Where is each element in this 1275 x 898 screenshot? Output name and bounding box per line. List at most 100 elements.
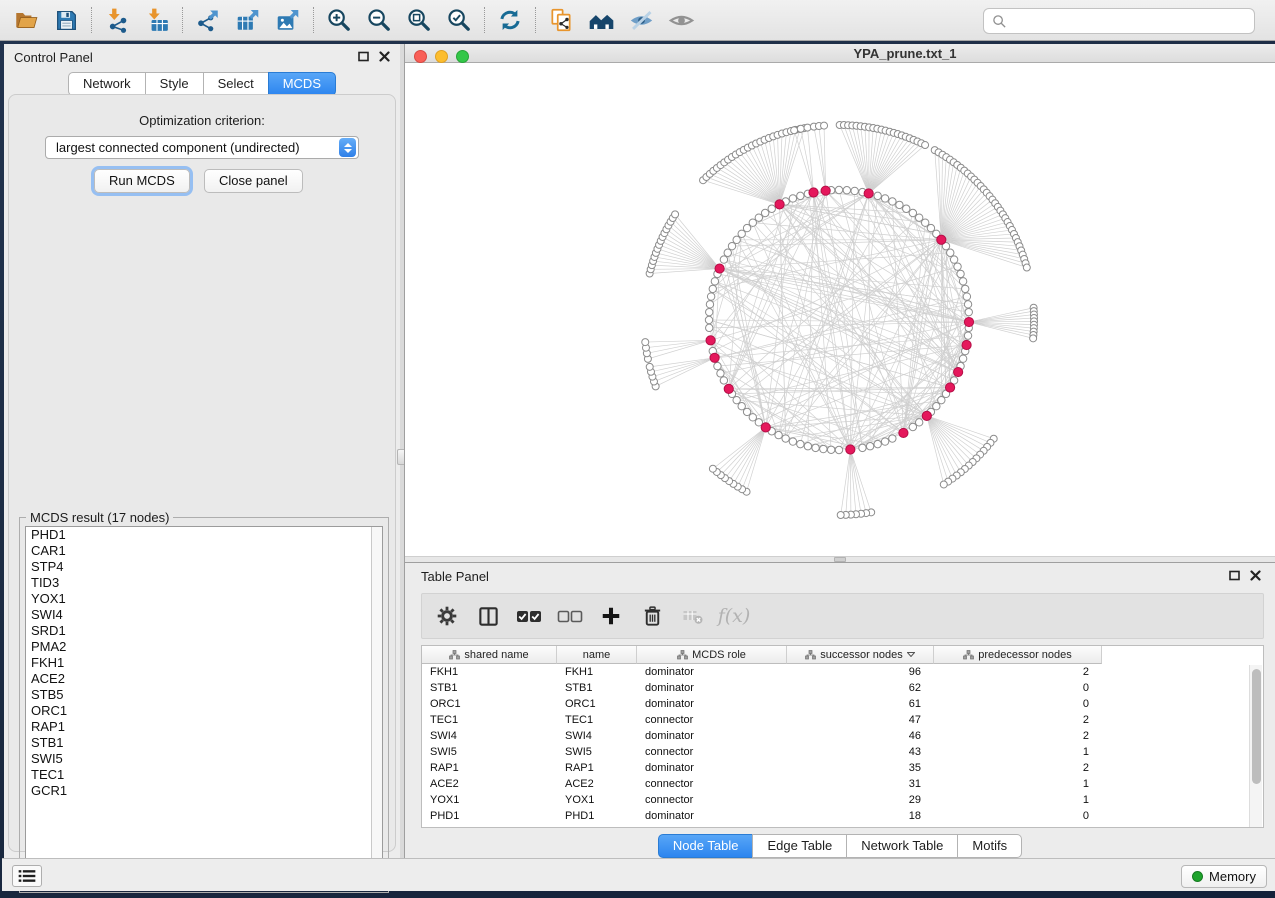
mcds-result-item[interactable]: TID3 — [26, 575, 382, 591]
table-cell[interactable]: 2 — [934, 712, 1102, 728]
table-cell[interactable]: TEC1 — [557, 712, 637, 728]
export-network-button[interactable] — [188, 3, 228, 37]
table-cell[interactable]: PHD1 — [422, 808, 557, 824]
table-cell[interactable]: connector — [637, 776, 787, 792]
table-cell[interactable]: RAP1 — [557, 760, 637, 776]
select-all-button[interactable] — [516, 603, 542, 629]
refresh-layout-button[interactable] — [490, 3, 530, 37]
import-network-button[interactable] — [97, 3, 137, 37]
close-panel-icon[interactable] — [1250, 570, 1261, 581]
table-cell[interactable]: dominator — [637, 680, 787, 696]
column-header-name[interactable]: name — [557, 646, 637, 664]
table-cell[interactable]: 29 — [787, 792, 934, 808]
export-table-button[interactable] — [228, 3, 268, 37]
table-cell[interactable]: 46 — [787, 728, 934, 744]
mcds-list-scrollbar[interactable] — [371, 527, 382, 886]
table-row[interactable]: SWI4SWI4dominator462 — [422, 728, 1263, 744]
zoom-out-button[interactable] — [359, 3, 399, 37]
table-cell[interactable]: SWI4 — [422, 728, 557, 744]
zoom-fit-button[interactable] — [399, 3, 439, 37]
table-cell[interactable]: 0 — [934, 808, 1102, 824]
table-tab-node-table[interactable]: Node Table — [658, 834, 754, 858]
mcds-result-item[interactable]: YOX1 — [26, 591, 382, 607]
column-header-shared-name[interactable]: shared name — [422, 646, 557, 664]
table-cell[interactable]: RAP1 — [422, 760, 557, 776]
mcds-result-item[interactable]: CAR1 — [26, 543, 382, 559]
table-cell[interactable]: SWI4 — [557, 728, 637, 744]
mcds-result-item[interactable]: STB5 — [26, 687, 382, 703]
column-header-predecessor-nodes[interactable]: predecessor nodes — [934, 646, 1102, 664]
table-cell[interactable]: connector — [637, 744, 787, 760]
table-cell[interactable]: 2 — [934, 664, 1102, 680]
mcds-result-item[interactable]: STB1 — [26, 735, 382, 751]
table-cell[interactable]: YOX1 — [557, 792, 637, 808]
table-cell[interactable]: 1 — [934, 744, 1102, 760]
table-cell[interactable]: FKH1 — [422, 664, 557, 680]
mcds-result-item[interactable]: PMA2 — [26, 639, 382, 655]
delete-column-button[interactable] — [639, 603, 665, 629]
deselect-all-button[interactable] — [557, 603, 583, 629]
table-row[interactable]: FKH1FKH1dominator962 — [422, 664, 1263, 680]
table-cell[interactable]: 2 — [934, 760, 1102, 776]
table-scrollbar[interactable] — [1249, 665, 1262, 827]
mcds-result-item[interactable]: SRD1 — [26, 623, 382, 639]
table-cell[interactable]: dominator — [637, 664, 787, 680]
network-canvas[interactable] — [405, 63, 1275, 556]
table-tab-edge-table[interactable]: Edge Table — [752, 834, 847, 858]
table-cell[interactable]: dominator — [637, 808, 787, 824]
tab-select[interactable]: Select — [203, 72, 269, 96]
mcds-result-item[interactable]: RAP1 — [26, 719, 382, 735]
mcds-result-item[interactable]: SWI5 — [26, 751, 382, 767]
table-cell[interactable]: ACE2 — [422, 776, 557, 792]
table-row[interactable]: ACE2ACE2connector311 — [422, 776, 1263, 792]
table-cell[interactable]: 0 — [934, 696, 1102, 712]
table-cell[interactable]: YOX1 — [422, 792, 557, 808]
table-cell[interactable]: dominator — [637, 760, 787, 776]
table-cell[interactable]: PHD1 — [557, 808, 637, 824]
hide-selected-button[interactable] — [621, 3, 661, 37]
table-row[interactable]: TEC1TEC1connector472 — [422, 712, 1263, 728]
table-cell[interactable]: 31 — [787, 776, 934, 792]
node-table[interactable]: shared namenameMCDS rolesuccessor nodesp… — [421, 645, 1264, 828]
memory-button[interactable]: Memory — [1181, 865, 1267, 888]
save-session-button[interactable] — [46, 3, 86, 37]
mcds-result-item[interactable]: FKH1 — [26, 655, 382, 671]
table-cell[interactable]: SWI5 — [422, 744, 557, 760]
table-row[interactable]: PHD1PHD1dominator180 — [422, 808, 1263, 824]
mcds-result-list[interactable]: PHD1CAR1STP4TID3YOX1SWI4SRD1PMA2FKH1ACE2… — [25, 526, 383, 887]
float-panel-icon[interactable] — [1229, 570, 1240, 581]
table-cell[interactable]: 18 — [787, 808, 934, 824]
table-cell[interactable]: ACE2 — [557, 776, 637, 792]
tab-style[interactable]: Style — [145, 72, 204, 96]
table-row[interactable]: RAP1RAP1dominator352 — [422, 760, 1263, 776]
table-settings-button[interactable] — [434, 603, 460, 629]
table-cell[interactable]: dominator — [637, 696, 787, 712]
import-table-button[interactable] — [137, 3, 177, 37]
column-header-successor-nodes[interactable]: successor nodes — [787, 646, 934, 664]
table-cell[interactable]: 1 — [934, 792, 1102, 808]
table-cell[interactable]: 96 — [787, 664, 934, 680]
tab-network[interactable]: Network — [68, 72, 146, 96]
table-tab-motifs[interactable]: Motifs — [957, 834, 1022, 858]
home-views-button[interactable] — [581, 3, 621, 37]
table-cell[interactable]: 61 — [787, 696, 934, 712]
table-row[interactable]: ORC1ORC1dominator610 — [422, 696, 1263, 712]
mcds-result-item[interactable]: GCR1 — [26, 783, 382, 799]
table-cell[interactable]: SWI5 — [557, 744, 637, 760]
table-cell[interactable]: 0 — [934, 680, 1102, 696]
network-window-titlebar[interactable]: YPA_prune.txt_1 — [405, 44, 1275, 63]
table-cell[interactable]: 2 — [934, 728, 1102, 744]
column-header-mcds-role[interactable]: MCDS role — [637, 646, 787, 664]
table-cell[interactable]: FKH1 — [557, 664, 637, 680]
panel-list-button[interactable] — [12, 865, 42, 887]
table-cell[interactable]: connector — [637, 712, 787, 728]
search-field[interactable] — [983, 8, 1255, 34]
run-mcds-button[interactable]: Run MCDS — [94, 169, 190, 193]
zoom-in-button[interactable] — [319, 3, 359, 37]
table-cell[interactable]: 1 — [934, 776, 1102, 792]
scrollbar-thumb[interactable] — [1252, 669, 1261, 784]
table-row[interactable]: STB1STB1dominator620 — [422, 680, 1263, 696]
zoom-selected-button[interactable] — [439, 3, 479, 37]
table-cell[interactable]: STB1 — [422, 680, 557, 696]
mcds-result-item[interactable]: ORC1 — [26, 703, 382, 719]
